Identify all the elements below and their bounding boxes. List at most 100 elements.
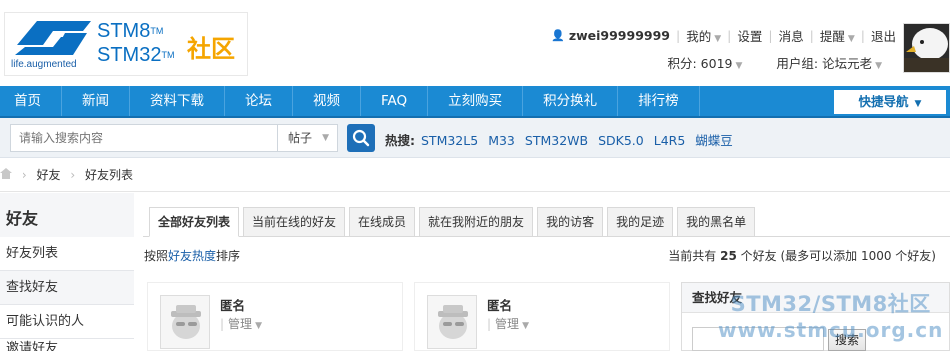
- username-link[interactable]: zwei99999999: [569, 28, 670, 43]
- logo-tm: TM: [150, 26, 164, 36]
- nav-item-points-exchange[interactable]: 积分换礼: [523, 86, 619, 116]
- tab-my-visitors[interactable]: 我的访客: [537, 207, 604, 237]
- sort-prefix: 按照: [144, 249, 169, 263]
- find-friend-input[interactable]: [692, 327, 824, 351]
- anonymous-avatar-icon[interactable]: [160, 295, 210, 349]
- sidebar-item-find-friends[interactable]: 查找好友: [0, 271, 134, 305]
- user-menu-bar: 👤 zwei99999999 | 我的 ▼ | 设置 | 消息 | 提醒 ▼ | 退…: [551, 26, 896, 45]
- tab-online-members[interactable]: 在线成员: [349, 207, 416, 237]
- hot-keyword-link[interactable]: L4R5: [654, 133, 686, 148]
- count-number: 25: [720, 249, 737, 263]
- chevron-down-icon: ▼: [847, 34, 855, 44]
- find-friend-search-button[interactable]: 搜索: [828, 329, 866, 351]
- friend-name[interactable]: 匿名: [487, 295, 512, 314]
- sidebar-item-friend-list[interactable]: 好友列表: [0, 237, 134, 271]
- points-link[interactable]: 积分: 6019: [668, 56, 733, 71]
- chevron-right-icon: ›: [70, 168, 76, 182]
- home-icon[interactable]: [0, 160, 12, 191]
- hot-keyword-link[interactable]: M33: [488, 133, 515, 148]
- divider: |: [860, 28, 865, 43]
- nav-item-news[interactable]: 新闻: [62, 86, 130, 116]
- nav-item-home[interactable]: 首页: [0, 86, 62, 116]
- nav-item-faq[interactable]: FAQ: [361, 86, 429, 116]
- logo-line1: STM8: [97, 20, 151, 42]
- hot-keyword-link[interactable]: STM32L5: [421, 133, 478, 148]
- nav-item-downloads[interactable]: 资料下载: [130, 86, 225, 116]
- friend-tabs: 全部好友列表 当前在线的好友 在线成员 就在我附近的朋友 我的访客 我的足迹 我的黑名单: [149, 207, 759, 237]
- sidebar-item-people-you-may-know[interactable]: 可能认识的人: [0, 305, 134, 339]
- search-button[interactable]: [347, 124, 375, 152]
- my-menu-label: 我的: [686, 29, 712, 44]
- logo-line2: STM32: [97, 44, 162, 66]
- breadcrumb: › 好友 › 好友列表: [0, 160, 950, 192]
- friend-name[interactable]: 匿名: [220, 295, 245, 314]
- tab-all-friends[interactable]: 全部好友列表: [149, 207, 240, 237]
- hot-search: 热搜: STM32L5 M33 STM32WB SDK5.0 L4R5 蝴蝶豆: [385, 130, 743, 149]
- divider: |: [809, 28, 814, 43]
- user-icon: 👤: [551, 29, 565, 42]
- nav-items: 首页 新闻 资料下载 论坛 视频 FAQ 立刻购买 积分换礼 排行榜: [0, 86, 950, 116]
- site-logo[interactable]: life.augmented STM8TM STM32TM 社区: [4, 12, 248, 76]
- sidebar: 好友 好友列表 查找好友 可能认识的人 邀请好友: [0, 193, 134, 351]
- search-input[interactable]: [10, 124, 278, 152]
- quick-nav-button[interactable]: 快捷导航 ▼: [834, 90, 946, 114]
- messages-link[interactable]: 消息: [779, 26, 804, 45]
- friend-count: 当前共有 25 个好友 (最多可以添加 1000 个好友): [668, 247, 936, 264]
- my-menu[interactable]: 我的 ▼: [686, 26, 721, 45]
- settings-link[interactable]: 设置: [737, 26, 762, 45]
- logout-link[interactable]: 退出: [871, 26, 896, 45]
- divider: |: [675, 28, 681, 43]
- hot-keyword-link[interactable]: SDK5.0: [598, 133, 644, 148]
- site-header: life.augmented STM8TM STM32TM 社区 👤 zwei9…: [0, 0, 950, 86]
- breadcrumb-friend-list[interactable]: 好友列表: [85, 168, 133, 182]
- user-stats: 积分: 6019 ▼ 用户组: 论坛元老 ▼: [668, 53, 883, 72]
- chevron-right-icon: ›: [21, 168, 27, 182]
- logo-tm2: TM: [161, 50, 175, 60]
- tab-nearby-friends[interactable]: 就在我附近的朋友: [419, 207, 534, 237]
- sort-by-popularity-link[interactable]: 好友热度: [168, 249, 216, 263]
- nav-item-forum[interactable]: 论坛: [225, 86, 293, 116]
- nav-item-buy-now[interactable]: 立刻购买: [428, 86, 524, 116]
- tab-my-blacklist[interactable]: 我的黑名单: [677, 207, 756, 237]
- hot-search-label: 热搜:: [385, 133, 415, 148]
- chevron-down-icon: ▼: [522, 321, 529, 331]
- search-type-select[interactable]: 帖子 ▼: [278, 124, 338, 152]
- friend-manage-label: 管理: [495, 317, 520, 331]
- anonymous-avatar-icon[interactable]: [427, 295, 477, 349]
- find-friend-panel: 查找好友 搜索: [681, 282, 950, 351]
- search-type-label: 帖子: [288, 131, 313, 145]
- search-icon: [352, 129, 370, 147]
- divider: |: [768, 28, 773, 43]
- nav-item-video[interactable]: 视频: [293, 86, 361, 116]
- chevron-down-icon: ▼: [322, 133, 329, 143]
- breadcrumb-friends[interactable]: 好友: [36, 168, 60, 182]
- hot-keyword-link[interactable]: STM32WB: [525, 133, 588, 148]
- st-logo-icon: [15, 21, 91, 55]
- friend-manage-menu[interactable]: | 管理 ▼: [487, 315, 529, 332]
- friend-card: 匿名 | 管理 ▼: [147, 282, 403, 351]
- usergroup-link[interactable]: 用户组: 论坛元老: [776, 56, 872, 71]
- logo-tagline: life.augmented: [11, 59, 77, 70]
- count-prefix: 当前共有: [668, 249, 717, 263]
- find-friend-title: 查找好友: [682, 283, 949, 313]
- avatar[interactable]: [903, 23, 950, 73]
- tab-my-footprints[interactable]: 我的足迹: [607, 207, 674, 237]
- friend-manage-label: 管理: [228, 317, 253, 331]
- alerts-label: 提醒: [819, 29, 845, 44]
- friend-manage-menu[interactable]: | 管理 ▼: [220, 315, 262, 332]
- logo-community-text: 社区: [187, 35, 235, 63]
- chevron-down-icon: ▼: [255, 321, 262, 331]
- sidebar-item-invite-friends[interactable]: 邀请好友: [0, 339, 134, 351]
- eagle-avatar-image: [904, 24, 949, 72]
- alerts-menu[interactable]: 提醒 ▼: [820, 26, 855, 45]
- chevron-down-icon: ▼: [735, 61, 743, 71]
- sort-suffix: 排序: [216, 249, 241, 263]
- chevron-down-icon: ▼: [714, 34, 722, 44]
- search-bar: 帖子 ▼ 热搜: STM32L5 M33 STM32WB SDK5.0 L4R5 蝴蝶豆: [0, 118, 950, 158]
- nav-item-leaderboard[interactable]: 排行榜: [618, 86, 700, 116]
- main-nav: 首页 新闻 资料下载 论坛 视频 FAQ 立刻购买 积分换礼 排行榜 快捷导航 ▼: [0, 86, 950, 118]
- hot-keyword-link[interactable]: 蝴蝶豆: [695, 133, 733, 148]
- count-suffix: 个好友 (最多可以添加 1000 个好友): [740, 249, 936, 263]
- tab-online-friends[interactable]: 当前在线的好友: [243, 207, 346, 237]
- sidebar-title: 好友: [6, 209, 39, 228]
